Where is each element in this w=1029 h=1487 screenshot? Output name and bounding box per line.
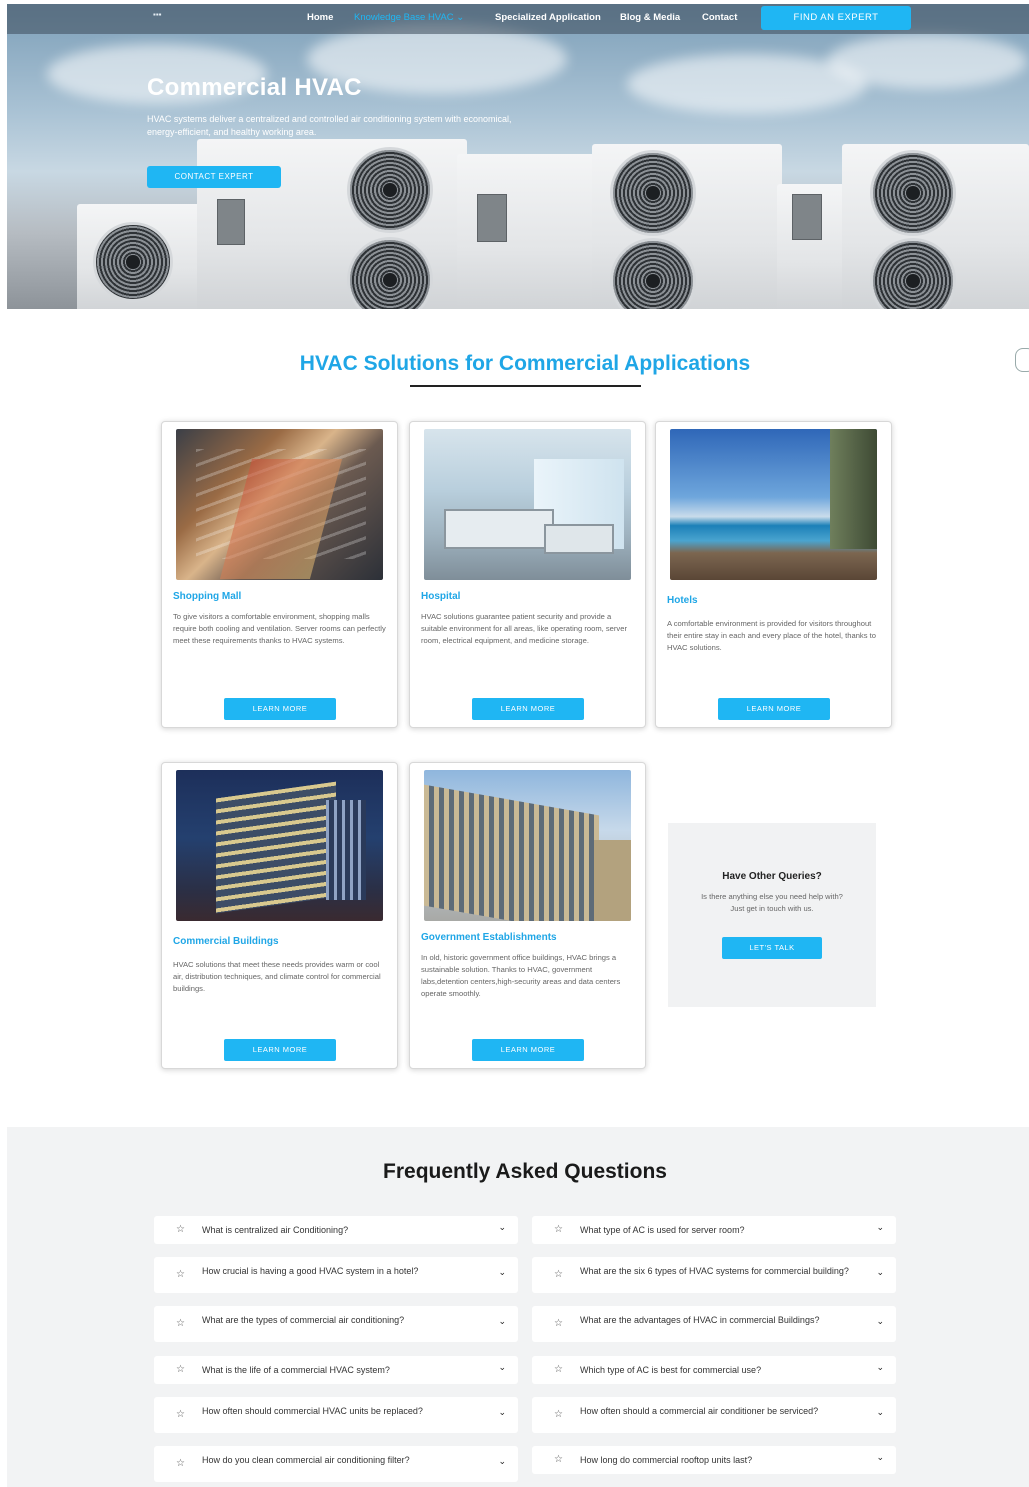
card-description: A comfortable environment is provided fo… <box>667 619 876 652</box>
solution-card-shopping-mall: Shopping Mall To give visitors a comfort… <box>161 421 398 728</box>
card-description: HVAC solutions that meet these needs pro… <box>173 960 381 993</box>
star-icon: ☆ <box>176 1318 185 1329</box>
site-logo[interactable]: ▪▪▪ <box>153 11 189 27</box>
faq-question: How often should a commercial air condit… <box>580 1406 819 1416</box>
solutions-title: HVAC Solutions for Commercial Applicatio… <box>299 352 751 375</box>
star-icon: ☆ <box>554 1269 563 1280</box>
find-expert-button[interactable]: FIND AN EXPERT <box>761 6 911 30</box>
card-description: HVAC solutions guarantee patient securit… <box>421 612 627 645</box>
star-icon: ☆ <box>554 1318 563 1329</box>
faq-item[interactable]: ☆ How do you clean commercial air condit… <box>154 1446 518 1482</box>
hero-banner: ▪▪▪ Home Knowledge Base HVAC ⌄ Specializ… <box>7 4 1029 309</box>
ac-unit-image <box>592 144 782 309</box>
nav-home[interactable]: Home <box>307 12 333 23</box>
hotels-image <box>670 429 877 580</box>
ac-unit-image <box>842 144 1029 309</box>
faq-item[interactable]: ☆ How crucial is having a good HVAC syst… <box>154 1257 518 1293</box>
contact-expert-button[interactable]: CONTACT EXPERT <box>147 166 281 188</box>
learn-more-button[interactable]: LEARN MORE <box>472 698 584 720</box>
star-icon: ☆ <box>176 1458 185 1469</box>
hero-title: Commercial HVAC <box>147 74 362 101</box>
ac-unit-image <box>457 154 597 309</box>
card-title: Hospital <box>421 591 461 602</box>
card-title: Shopping Mall <box>173 591 242 602</box>
learn-more-button[interactable]: LEARN MORE <box>718 698 830 720</box>
chevron-down-icon[interactable]: ⌄ <box>876 1407 884 1418</box>
ac-unit-image <box>197 139 467 309</box>
faq-question: How often should commercial HVAC units b… <box>202 1406 423 1416</box>
lets-talk-button[interactable]: LET'S TALK <box>722 937 822 959</box>
chevron-down-icon[interactable]: ⌄ <box>876 1452 884 1463</box>
card-title: Government Establishments <box>421 932 557 943</box>
faq-question: Which type of AC is best for commercial … <box>580 1365 762 1375</box>
query-text: Is there anything else you need help wit… <box>701 892 843 913</box>
chevron-down-icon[interactable]: ⌄ <box>498 1222 506 1233</box>
star-icon: ☆ <box>554 1409 563 1420</box>
nav-knowledge-base[interactable]: Knowledge Base HVAC ⌄ <box>354 12 464 23</box>
faq-question: What are the six 6 types of HVAC systems… <box>580 1266 849 1276</box>
faq-item[interactable]: ☆ What type of AC is used for server roo… <box>532 1216 896 1244</box>
star-icon: ☆ <box>554 1224 563 1235</box>
ac-unit-image <box>777 184 847 309</box>
chevron-down-icon[interactable]: ⌄ <box>876 1267 884 1278</box>
government-establishments-image <box>424 770 631 921</box>
solution-card-commercial-buildings: Commercial Buildings HVAC solutions that… <box>161 762 398 1069</box>
chevron-down-icon[interactable]: ⌄ <box>498 1407 506 1418</box>
nav-specialized-application[interactable]: Specialized Application <box>495 12 601 23</box>
solution-card-hospital: Hospital HVAC solutions guarantee patien… <box>409 421 646 728</box>
learn-more-button[interactable]: LEARN MORE <box>224 1039 336 1061</box>
faq-question: What type of AC is used for server room? <box>580 1225 745 1235</box>
faq-question: What are the advantages of HVAC in comme… <box>580 1315 820 1325</box>
learn-more-button[interactable]: LEARN MORE <box>224 698 336 720</box>
chevron-down-icon[interactable]: ⌄ <box>876 1222 884 1233</box>
card-description: To give visitors a comfortable environme… <box>173 612 386 645</box>
chevron-down-icon[interactable]: ⌄ <box>498 1362 506 1373</box>
faq-item[interactable]: ☆ How long do commercial rooftop units l… <box>532 1446 896 1474</box>
star-icon: ☆ <box>176 1409 185 1420</box>
hero-subtitle: HVAC systems deliver a centralized and c… <box>147 114 512 137</box>
star-icon: ☆ <box>176 1224 185 1235</box>
star-icon: ☆ <box>176 1364 185 1375</box>
faq-item[interactable]: ☆ How often should commercial HVAC units… <box>154 1397 518 1433</box>
star-icon: ☆ <box>554 1364 563 1375</box>
hospital-image <box>424 429 631 580</box>
nav-contact[interactable]: Contact <box>702 12 737 23</box>
other-queries-box: Have Other Queries? Is there anything el… <box>668 823 876 1007</box>
star-icon: ☆ <box>554 1454 563 1465</box>
card-description: In old, historic government office build… <box>421 953 621 998</box>
learn-more-button[interactable]: LEARN MORE <box>472 1039 584 1061</box>
faq-question: How long do commercial rooftop units las… <box>580 1455 753 1465</box>
top-navbar: ▪▪▪ Home Knowledge Base HVAC ⌄ Specializ… <box>7 4 1029 34</box>
faq-question: What are the types of commercial air con… <box>202 1315 405 1325</box>
card-title: Commercial Buildings <box>173 936 279 947</box>
query-title: Have Other Queries? <box>722 871 822 882</box>
card-title: Hotels <box>667 595 698 606</box>
faq-item[interactable]: ☆ Which type of AC is best for commercia… <box>532 1356 896 1384</box>
faq-item[interactable]: ☆ What are the advantages of HVAC in com… <box>532 1306 896 1342</box>
commercial-buildings-image <box>176 770 383 921</box>
chevron-down-icon[interactable]: ⌄ <box>498 1267 506 1278</box>
faq-title: Frequently Asked Questions <box>383 1160 667 1183</box>
chevron-down-icon[interactable]: ⌄ <box>876 1316 884 1327</box>
faq-item[interactable]: ☆ What is centralized air Conditioning? … <box>154 1216 518 1244</box>
nav-blog-media[interactable]: Blog & Media <box>620 12 680 23</box>
chevron-down-icon[interactable]: ⌄ <box>498 1316 506 1327</box>
chevron-down-icon[interactable]: ⌄ <box>876 1362 884 1373</box>
faq-item[interactable]: ☆ What are the six 6 types of HVAC syste… <box>532 1257 896 1293</box>
faq-item[interactable]: ☆ What is the life of a commercial HVAC … <box>154 1356 518 1384</box>
side-widget-tab[interactable] <box>1015 348 1029 372</box>
faq-question: How do you clean commercial air conditio… <box>202 1455 410 1465</box>
title-underline <box>410 385 641 387</box>
solution-card-government-establishments: Government Establishments In old, histor… <box>409 762 646 1069</box>
solution-card-hotels: Hotels A comfortable environment is prov… <box>655 421 892 728</box>
faq-question: What is centralized air Conditioning? <box>202 1225 349 1235</box>
faq-item[interactable]: ☆ How often should a commercial air cond… <box>532 1397 896 1433</box>
chevron-down-icon[interactable]: ⌄ <box>498 1456 506 1467</box>
faq-question: How crucial is having a good HVAC system… <box>202 1266 419 1276</box>
star-icon: ☆ <box>176 1269 185 1280</box>
faq-item[interactable]: ☆ What are the types of commercial air c… <box>154 1306 518 1342</box>
faq-question: What is the life of a commercial HVAC sy… <box>202 1365 390 1375</box>
shopping-mall-image <box>176 429 383 580</box>
